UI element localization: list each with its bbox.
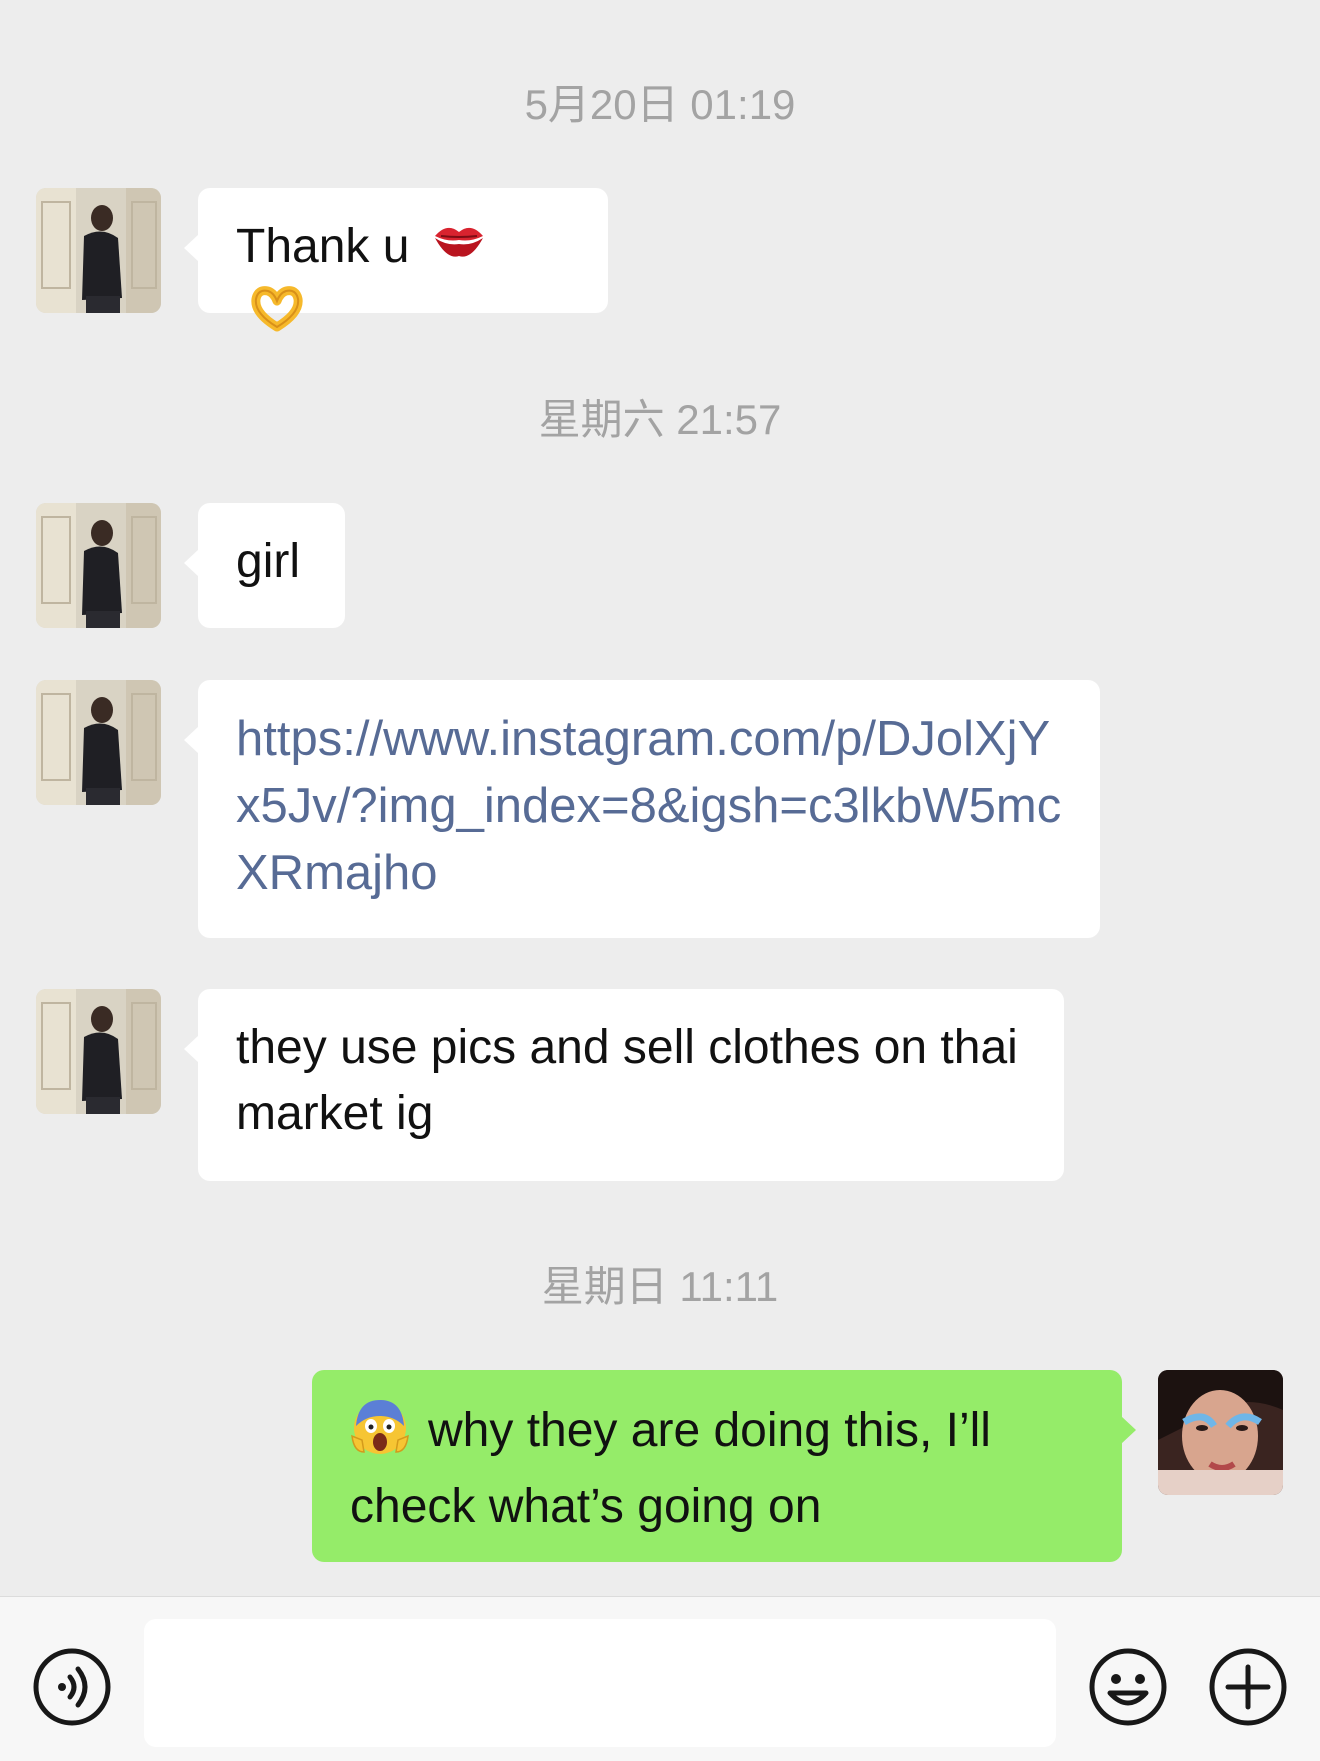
message-bubble[interactable]: https://www.instagram.com/p/DJolXjYx5Jv/…: [184, 680, 1100, 938]
timestamp: 5月20日 01:19: [524, 81, 796, 128]
instagram-link[interactable]: https://www.instagram.com/p/DJolXjYx5Jv/…: [236, 712, 1061, 900]
message-bubble[interactable]: Thank u: [184, 188, 608, 332]
lips-emoji: [431, 216, 487, 282]
message-text: they use pics and sell clothes on thai m…: [236, 1021, 1018, 1140]
contact-avatar[interactable]: [36, 503, 161, 628]
message-text: why they are doing this, I’ll check what…: [350, 1404, 991, 1533]
plus-icon[interactable]: [1208, 1647, 1288, 1727]
message-text: girl: [236, 535, 301, 588]
contact-avatar[interactable]: [36, 989, 161, 1114]
heart-hands-emoji: [246, 285, 308, 351]
outgoing-message-bubble[interactable]: why they are doing this, I’ll check what…: [312, 1370, 1136, 1562]
voice-input-icon[interactable]: [32, 1647, 112, 1727]
message-input[interactable]: [144, 1619, 1056, 1747]
message-text: Thank u: [236, 220, 410, 273]
contact-photo: [36, 188, 161, 313]
contact-avatar[interactable]: [36, 680, 161, 805]
input-bar: [0, 1596, 1320, 1761]
contact-photo: [36, 503, 161, 628]
message-bubble[interactable]: they use pics and sell clothes on thai m…: [184, 989, 1064, 1181]
contact-photo: [36, 680, 161, 805]
self-avatar[interactable]: [1158, 1370, 1283, 1495]
contact-avatar[interactable]: [36, 188, 161, 313]
timestamp: 星期日 11:11: [541, 1263, 779, 1310]
screaming-face-emoji: [350, 1396, 410, 1474]
self-photo: [1158, 1370, 1283, 1495]
message-bubble[interactable]: girl: [184, 503, 345, 628]
emoji-icon[interactable]: [1088, 1647, 1168, 1727]
contact-photo: [36, 989, 161, 1114]
timestamp: 星期六 21:57: [538, 396, 782, 443]
